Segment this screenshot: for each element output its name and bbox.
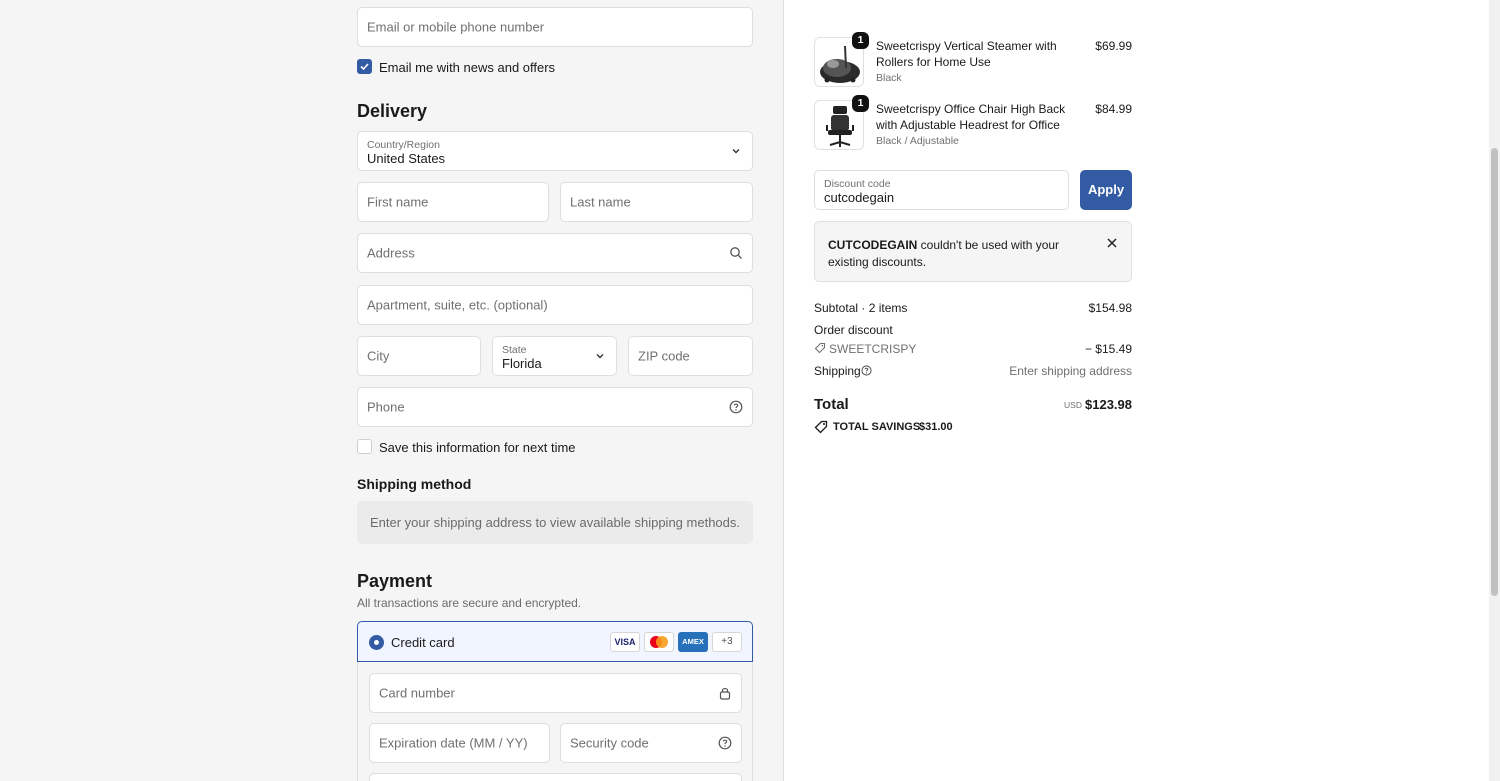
email-field[interactable]: Email or mobile phone number (357, 7, 753, 47)
total-label: Total (814, 396, 849, 413)
check-icon (360, 63, 369, 71)
credit-card-panel: Card number Expiration date (MM / YY) Se… (357, 662, 753, 781)
email-placeholder: Email or mobile phone number (367, 19, 545, 35)
card-number-field[interactable]: Card number (369, 673, 742, 713)
notice-code: CUTCODEGAIN (828, 238, 918, 252)
savings-tag-icon (814, 420, 828, 434)
more-cards-badge: +3 (712, 632, 742, 652)
visa-icon: VISA (610, 632, 640, 652)
expiration-field[interactable]: Expiration date (MM / YY) (369, 723, 550, 763)
tag-icon (814, 342, 826, 354)
scrollbar[interactable] (1489, 0, 1500, 781)
search-icon (730, 247, 742, 259)
zip-field[interactable]: ZIP code (628, 336, 753, 376)
state-value: Florida (502, 356, 542, 371)
country-label: Country/Region (367, 139, 440, 151)
country-value: United States (367, 151, 446, 166)
shipping-value: Enter shipping address (1009, 364, 1132, 378)
security-code-placeholder: Security code (570, 735, 649, 751)
item-name: Sweetcrispy Vertical Steamer with Roller… (876, 39, 1057, 69)
credit-card-radio[interactable] (369, 635, 384, 650)
card-number-placeholder: Card number (379, 685, 455, 701)
security-code-field[interactable]: Security code (560, 723, 742, 763)
expiration-placeholder: Expiration date (MM / YY) (379, 735, 528, 751)
item-name: Sweetcrispy Office Chair High Back with … (876, 102, 1066, 132)
name-on-card-field[interactable] (369, 773, 742, 781)
help-icon[interactable] (861, 365, 872, 376)
credit-card-label: Credit card (391, 635, 455, 650)
shipping-label: Shipping (814, 364, 861, 378)
checkout-form-column: Email or mobile phone number Email me wi… (0, 0, 783, 781)
first-name-placeholder: First name (367, 194, 429, 210)
item-variant: Black (876, 72, 902, 84)
state-label: State (502, 344, 527, 356)
address-field[interactable]: Address (357, 233, 753, 273)
apartment-placeholder: Apartment, suite, etc. (optional) (367, 297, 548, 313)
phone-field[interactable]: Phone (357, 387, 753, 427)
credit-card-option[interactable]: Credit card VISA AMEX +3 (357, 621, 753, 662)
apartment-field[interactable]: Apartment, suite, etc. (optional) (357, 285, 753, 325)
shipping-method-title: Shipping method (357, 476, 472, 492)
amex-icon: AMEX (678, 632, 708, 652)
total-value: $123.98 (1085, 397, 1132, 412)
chevron-down-icon (596, 354, 604, 359)
discount-code-label: Discount code (824, 178, 891, 190)
mastercard-icon (644, 632, 674, 652)
item-quantity-badge: 1 (852, 32, 869, 49)
savings-value: $31.00 (919, 421, 953, 433)
lock-icon (719, 687, 731, 700)
news-label: Email me with news and offers (379, 60, 556, 75)
item-quantity-badge: 1 (852, 95, 869, 112)
save-info-label: Save this information for next time (379, 440, 576, 455)
state-select[interactable]: State Florida (492, 336, 617, 376)
city-field[interactable]: City (357, 336, 481, 376)
discount-code-value: cutcodegain (824, 190, 895, 205)
help-icon[interactable] (718, 736, 732, 750)
apply-button[interactable]: Apply (1080, 170, 1132, 210)
item-price: $84.99 (1095, 102, 1132, 116)
subtotal-value: $154.98 (1088, 301, 1132, 315)
scrollbar-thumb[interactable] (1491, 148, 1498, 596)
shipping-method-message: Enter your shipping address to view avai… (357, 501, 753, 544)
last-name-placeholder: Last name (570, 194, 631, 210)
currency-code: USD (1064, 400, 1082, 410)
discount-error-notice: CUTCODEGAIN couldn't be used with your e… (814, 221, 1132, 282)
first-name-field[interactable]: First name (357, 182, 549, 222)
save-info-checkbox[interactable] (357, 439, 372, 454)
order-discount-label: Order discount (814, 323, 893, 337)
discount-code-applied: SWEETCRISPY (829, 342, 917, 356)
close-icon[interactable] (1105, 236, 1119, 250)
payment-title: Payment (357, 571, 433, 591)
address-placeholder: Address (367, 245, 415, 261)
discount-code-field[interactable]: Discount code cutcodegain (814, 170, 1069, 210)
payment-subtitle: All transactions are secure and encrypte… (357, 596, 582, 610)
city-placeholder: City (367, 348, 390, 364)
savings-label: TOTAL SAVINGS (833, 421, 921, 433)
chevron-down-icon (732, 149, 740, 154)
country-select[interactable]: Country/Region United States (357, 131, 753, 171)
item-price: $69.99 (1095, 39, 1132, 53)
delivery-title: Delivery (357, 101, 428, 121)
last-name-field[interactable]: Last name (560, 182, 753, 222)
notice-text: CUTCODEGAIN couldn't be used with your e… (828, 237, 1088, 271)
news-checkbox[interactable] (357, 59, 372, 74)
discount-amount: − $15.49 (1084, 342, 1132, 356)
zip-placeholder: ZIP code (638, 348, 690, 364)
phone-placeholder: Phone (367, 399, 405, 415)
item-variant: Black / Adjustable (876, 135, 959, 147)
subtotal-label: Subtotal · 2 items (814, 301, 908, 315)
help-icon[interactable] (729, 400, 743, 414)
